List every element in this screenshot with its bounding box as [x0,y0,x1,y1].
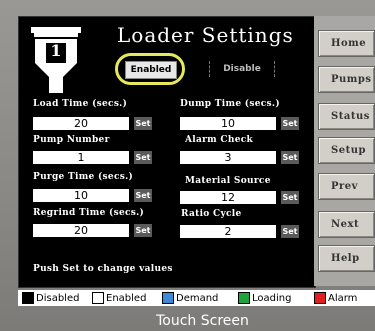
dump-time-label: Dump Time (secs.) [180,99,280,109]
hopper-icon [31,27,81,93]
pump-number-label: Pump Number [33,135,110,145]
material-source-label: Material Source [185,176,271,186]
prev-button[interactable]: Prev [318,173,375,200]
dump-time-set-button[interactable]: Set [281,117,299,130]
disable-button[interactable]: Disable [209,61,275,77]
help-button[interactable]: Help [318,245,375,272]
legend-demand-swatch [162,292,174,304]
alarm-check-label: Alarm Check [185,135,254,145]
pumps-button[interactable]: Pumps [318,66,375,93]
loader-number: 1 [50,41,62,60]
legend-disabled: Disabled [22,292,79,304]
setup-button[interactable]: Setup [318,137,375,164]
alarm-check-set-button[interactable]: Set [281,151,299,164]
legend-disabled-label: Disabled [36,292,80,304]
status-button[interactable]: Status [318,103,375,130]
regrind-time-field[interactable]: 20 [33,224,129,237]
ratio-cycle-set-button[interactable]: Set [281,225,299,238]
legend-alarm-swatch [314,292,326,304]
device-footer-label: Touch Screen [156,313,249,329]
legend-disabled-swatch [22,292,34,304]
legend-loading: Loading [238,292,291,304]
page-title: Loader Settings [117,23,294,47]
instruction-text: Push Set to change values [33,264,173,274]
material-source-field[interactable]: 12 [180,191,276,204]
legend-enabled-label: Enabled [106,292,147,304]
legend-demand: Demand [162,292,218,304]
loader-settings-screen: 1 Loader Settings Enabled Disable Load T… [18,16,316,288]
regrind-time-set-button[interactable]: Set [134,224,152,237]
legend-enabled-swatch [92,292,104,304]
ratio-cycle-label: Ratio Cycle [181,209,242,219]
enabled-button[interactable]: Enabled [125,61,177,79]
home-button[interactable]: Home [318,30,375,57]
legend-enabled: Enabled [92,292,146,304]
status-legend: Disabled Enabled Demand Loading Alarm [18,290,375,306]
load-time-field[interactable]: 20 [33,117,129,130]
alarm-check-field[interactable]: 3 [180,151,276,164]
purge-time-field[interactable]: 10 [33,189,129,202]
material-source-set-button[interactable]: Set [281,191,299,204]
ratio-cycle-field[interactable]: 2 [180,225,276,238]
pump-number-set-button[interactable]: Set [134,151,152,164]
dump-time-field[interactable]: 10 [180,117,276,130]
purge-time-set-button[interactable]: Set [134,189,152,202]
pump-number-field[interactable]: 1 [33,151,129,164]
load-time-set-button[interactable]: Set [134,117,152,130]
legend-demand-label: Demand [176,292,219,304]
legend-alarm: Alarm [314,292,357,304]
regrind-time-label: Regrind Time (secs.) [33,208,145,218]
legend-loading-label: Loading [252,292,292,304]
next-button[interactable]: Next [318,211,375,238]
navigation-panel: Home Pumps Status Setup Prev Next Help [314,16,375,286]
legend-alarm-label: Alarm [328,292,358,304]
load-time-label: Load Time (secs.) [33,99,128,109]
legend-loading-swatch [238,292,250,304]
purge-time-label: Purge Time (secs.) [33,172,134,182]
